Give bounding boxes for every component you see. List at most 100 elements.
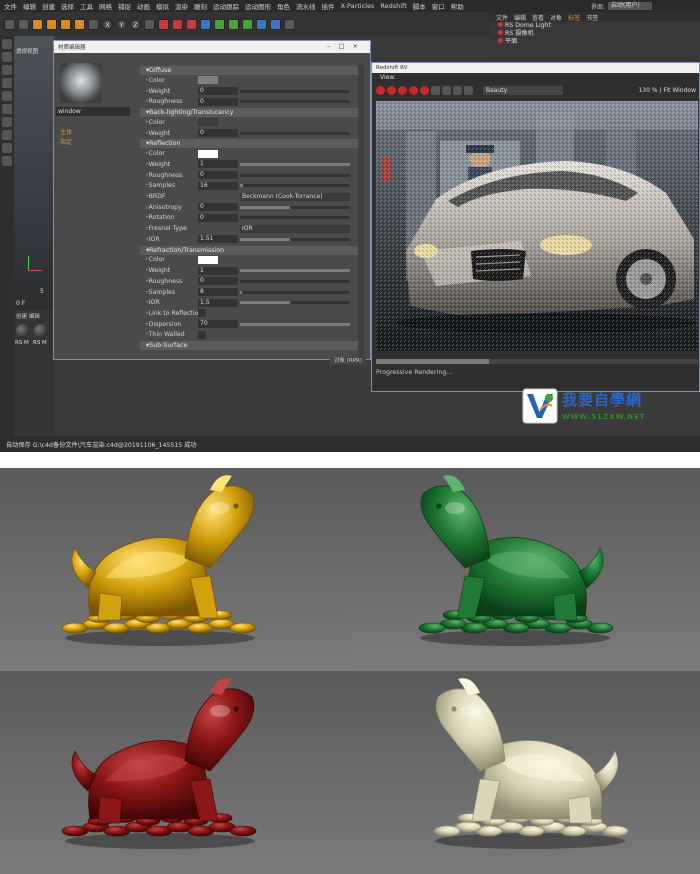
polygon-mode-icon[interactable] [2, 117, 12, 127]
property-value-field[interactable]: 1 [198, 266, 238, 275]
property-value-field[interactable]: 0 [198, 277, 238, 286]
clamp-icon[interactable] [464, 85, 473, 95]
property-value-field[interactable]: 1.5 [198, 298, 238, 307]
refresh-icon[interactable] [453, 85, 462, 95]
fit-window-button[interactable]: Fit Window [663, 87, 696, 94]
objects-menu-1[interactable]: 编辑 [514, 13, 526, 22]
menu-item-1[interactable]: 编辑 [23, 1, 36, 11]
menu-item-3[interactable]: 选择 [61, 1, 74, 11]
objects-menu-4[interactable]: 标签 [568, 13, 580, 22]
material-editor-scrollbar[interactable] [358, 65, 364, 359]
property-value-field[interactable]: 0 [198, 171, 238, 180]
lock-icon[interactable] [442, 85, 451, 95]
x-axis-toggle[interactable]: X [102, 18, 113, 30]
material-ball-2[interactable] [34, 324, 48, 338]
menu-item-13[interactable]: 角色 [277, 1, 290, 11]
menu-item-10[interactable]: 雕刻 [194, 1, 207, 11]
property-value-field[interactable]: 16 [198, 181, 238, 190]
render-region-icon[interactable] [158, 18, 169, 30]
property-value-field[interactable]: 70 [198, 320, 238, 329]
nav-main[interactable]: 主体 [60, 128, 72, 138]
color-swatch[interactable] [198, 76, 218, 85]
property-slider[interactable] [240, 269, 350, 273]
material-ball-1[interactable] [16, 324, 30, 338]
z-axis-toggle[interactable]: Z [130, 18, 141, 30]
property-slider[interactable] [240, 205, 350, 209]
objects-menu-3[interactable]: 对象 [550, 13, 562, 22]
menu-item-7[interactable]: 动画 [137, 1, 150, 11]
property-value-field[interactable]: 0 [198, 129, 238, 138]
texture-mode-icon[interactable] [2, 65, 12, 75]
property-dropdown[interactable]: IOR [240, 224, 350, 233]
render-view-menu[interactable]: View [372, 73, 699, 83]
property-checkbox[interactable] [198, 330, 206, 339]
menu-item-4[interactable]: 工具 [80, 1, 93, 11]
model-mode-icon[interactable] [2, 52, 12, 62]
edge-mode-icon[interactable] [2, 104, 12, 114]
menu-item-12[interactable]: 运动图形 [245, 1, 271, 11]
object-item[interactable]: RS Dome Light [490, 22, 700, 30]
y-axis-toggle[interactable]: Y [116, 18, 127, 30]
workplane-icon[interactable] [2, 78, 12, 88]
property-slider[interactable] [240, 290, 350, 294]
render-view-titlebar[interactable]: Redshift RV [372, 63, 699, 73]
property-value-field[interactable]: 0 [198, 97, 238, 106]
layout-selector[interactable]: 界面: 启动(用户) [591, 1, 652, 11]
property-value-field[interactable]: 8 [198, 288, 238, 297]
color-swatch[interactable] [198, 255, 218, 264]
material-name-field[interactable]: window [56, 107, 130, 116]
perspective-viewport[interactable]: 透视视图 [14, 36, 54, 286]
property-slider[interactable] [240, 89, 350, 93]
render-settings-icon[interactable] [186, 18, 197, 30]
section-header[interactable]: ▾Reflection [140, 139, 358, 149]
property-slider[interactable] [240, 184, 350, 188]
property-slider[interactable] [240, 237, 350, 241]
material-manager-menu[interactable]: 创建 编辑 [14, 310, 54, 322]
material-editor-titlebar[interactable]: 材质编辑器 –□× [54, 41, 370, 53]
bucket-icon[interactable] [420, 85, 429, 95]
aov-select[interactable]: Beauty [483, 85, 563, 95]
render-region-icon[interactable] [398, 85, 407, 95]
menu-item-8[interactable]: 模拟 [156, 1, 169, 11]
generator-icon[interactable] [228, 18, 239, 30]
coord-system-icon[interactable] [144, 18, 155, 30]
move-icon[interactable] [46, 18, 57, 30]
menu-item-16[interactable]: X-Particles [341, 2, 375, 10]
property-value-field[interactable]: 1.51 [198, 235, 238, 244]
render-view-icon[interactable] [172, 18, 183, 30]
property-slider[interactable] [240, 100, 350, 104]
property-slider[interactable] [240, 322, 350, 326]
property-slider[interactable] [240, 131, 350, 135]
property-slider[interactable] [240, 216, 350, 220]
menu-item-20[interactable]: 帮助 [451, 1, 464, 11]
menu-item-11[interactable]: 运动跟踪 [213, 1, 239, 11]
menu-item-2[interactable]: 创建 [42, 1, 55, 11]
redo-icon[interactable] [18, 18, 29, 30]
menu-item-0[interactable]: 文件 [4, 1, 17, 11]
make-editable-icon[interactable] [2, 39, 12, 49]
spline-icon[interactable] [214, 18, 225, 30]
objects-menu-0[interactable]: 文件 [496, 13, 508, 22]
color-swatch[interactable] [198, 118, 218, 127]
menu-item-17[interactable]: Redshift [380, 2, 406, 10]
property-slider[interactable] [240, 162, 350, 166]
property-slider[interactable] [240, 301, 350, 305]
save-icon[interactable] [431, 85, 440, 95]
property-value-field[interactable]: 0 [198, 213, 238, 222]
menu-item-19[interactable]: 窗口 [432, 1, 445, 11]
lock-workplane-icon[interactable] [2, 156, 12, 166]
floor-icon[interactable] [256, 18, 267, 30]
menu-item-9[interactable]: 渲染 [175, 1, 188, 11]
light-icon[interactable] [284, 18, 295, 30]
cube-icon[interactable] [200, 18, 211, 30]
camera-icon[interactable] [270, 18, 281, 30]
rotate-icon[interactable] [74, 18, 85, 30]
property-dropdown[interactable]: Beckmann (Cook-Torrance) [240, 192, 350, 201]
section-header[interactable]: ▾Sub-Surface [140, 341, 358, 351]
recent-tools-icon[interactable] [88, 18, 99, 30]
color-swatch[interactable] [198, 149, 218, 158]
menu-item-6[interactable]: 捕捉 [118, 1, 131, 11]
section-header[interactable]: ▾Back-lighting/Translucency [140, 108, 358, 118]
start-render-icon[interactable] [376, 85, 385, 95]
menu-item-5[interactable]: 网格 [99, 1, 112, 11]
